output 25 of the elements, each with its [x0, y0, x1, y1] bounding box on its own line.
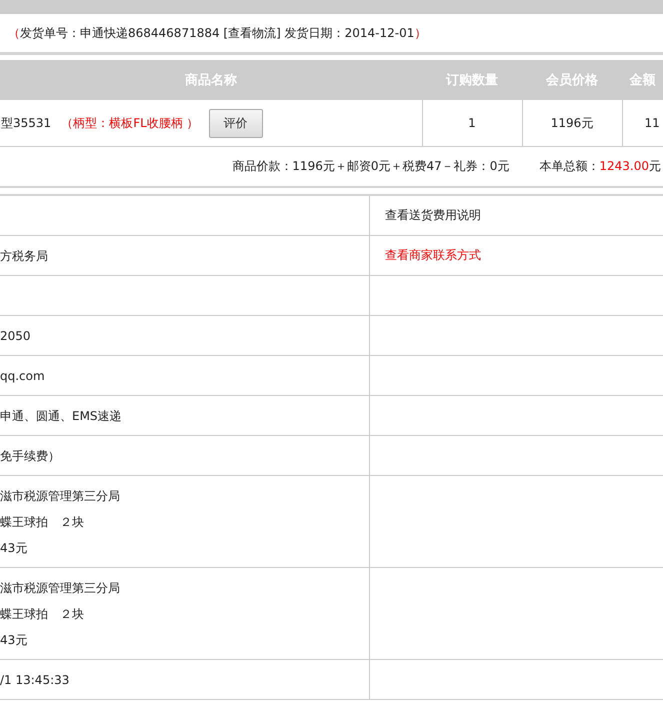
paren: （	[8, 24, 20, 42]
review-button[interactable]: 评价	[208, 108, 263, 138]
price-breakdown: 商品价款：1196元＋邮资0元＋税费47－礼券：0元	[232, 158, 510, 175]
contact-link[interactable]: 查看商家联系方式	[385, 247, 481, 264]
detail-text: 43元	[0, 632, 28, 648]
detail-text: 滋市税源管理第三分局	[0, 488, 121, 504]
detail-text: 2050	[0, 328, 32, 344]
detail-text: 申通、圆通、EMS速递	[0, 408, 123, 424]
table-cell: 1196元	[522, 100, 622, 146]
product-name: 型35531	[1, 116, 52, 130]
detail-text: qq.com	[0, 368, 46, 384]
detail-text: 蝶王球拍 ２块	[0, 606, 85, 622]
detail-text: 蝶王球拍 ２块	[0, 514, 85, 530]
table-cell: 11	[622, 100, 663, 146]
detail-text: 43元	[0, 540, 28, 556]
detail-text: 方税务局	[0, 248, 49, 264]
shipping-info: 发货单号：申通快递868446871884 [查看物流] 发货日期：2014-12-01	[20, 24, 414, 42]
detail-text: /1 13:45:33	[0, 672, 70, 688]
paren: ）	[414, 24, 426, 42]
product-option: （柄型：横板FL收腰柄 ）	[61, 116, 199, 130]
detail-text: 滋市税源管理第三分局	[0, 580, 121, 596]
order-total: 本单总额：1243.00元	[539, 158, 661, 175]
table-cell: 1	[422, 100, 522, 146]
shipping-fee-link[interactable]: 查看送货费用说明	[385, 207, 481, 224]
detail-text: 免手续费）	[0, 448, 61, 464]
